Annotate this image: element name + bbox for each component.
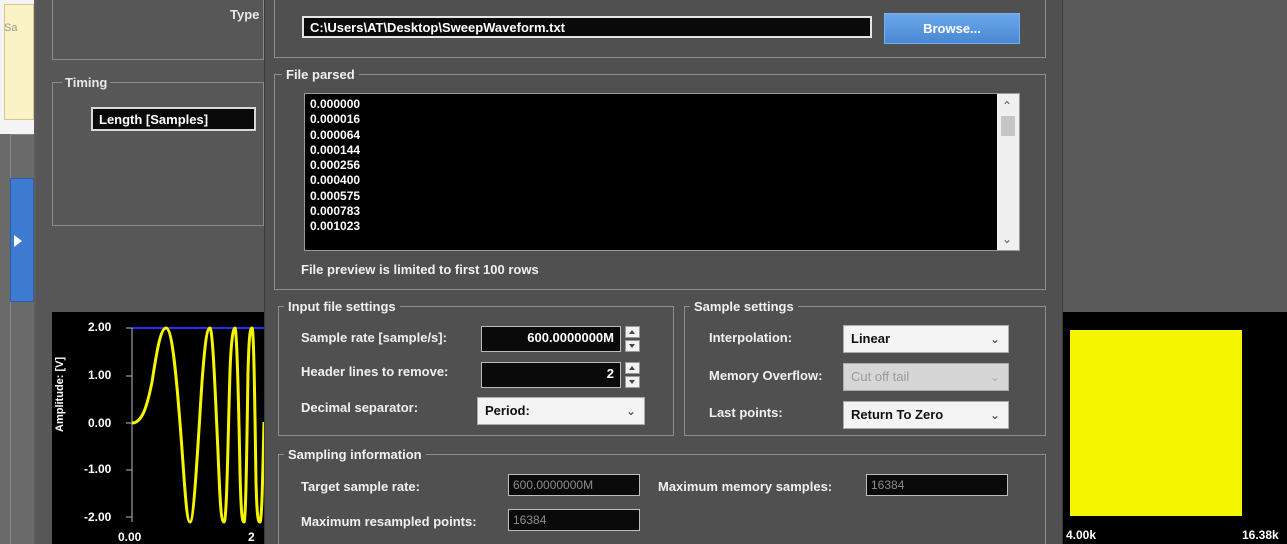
- memory-overflow-select: Cut off tail ⌄: [843, 363, 1009, 391]
- chevron-down-icon: ⌄: [989, 408, 1000, 422]
- y-tick-label: 1.00: [88, 368, 112, 382]
- max-resampled-points-value: 16384: [508, 509, 640, 531]
- chevron-down-icon: ⌄: [625, 404, 636, 418]
- stepper-up-icon[interactable]: [625, 326, 640, 338]
- x-tick-label: 0.00: [118, 530, 142, 544]
- decimal-separator-label: Decimal separator:: [301, 400, 419, 415]
- scroll-up-icon[interactable]: ⌃: [1002, 99, 1012, 113]
- max-memory-samples-value: 16384: [866, 474, 1008, 496]
- decimal-separator-value: Period:: [485, 403, 530, 418]
- max-resampled-points-label: Maximum resampled points:: [301, 514, 477, 529]
- expand-tab[interactable]: [10, 178, 34, 302]
- type-label: Type: [230, 7, 260, 22]
- y-tick-label: -2.00: [84, 510, 112, 524]
- header-lines-label: Header lines to remove:: [301, 364, 449, 379]
- list-item: 0.001023: [310, 219, 361, 234]
- browse-button[interactable]: Browse...: [884, 13, 1020, 44]
- list-item: 0.000783: [310, 204, 361, 219]
- vertical-scrollbar[interactable]: ⌃ ⌄: [997, 94, 1019, 250]
- scroll-thumb[interactable]: [1001, 116, 1015, 136]
- list-item: 0.000144: [310, 142, 361, 157]
- x-tick-label: 2: [248, 530, 255, 544]
- y-tick-label: 2.00: [88, 320, 112, 334]
- list-item: 0.000256: [310, 158, 361, 173]
- scroll-down-icon[interactable]: ⌄: [1002, 232, 1012, 246]
- timing-title: Timing: [62, 75, 111, 90]
- y-axis-label: Amplitude: [V]: [54, 356, 66, 432]
- chevron-down-icon: ⌄: [989, 332, 1000, 346]
- x-tick-label: 16.38k: [1242, 528, 1279, 542]
- sweep-waveform-line: [131, 326, 264, 524]
- header-lines-input[interactable]: 2: [481, 362, 621, 388]
- target-sample-rate-value: 600.0000000M: [508, 474, 640, 496]
- length-samples-field[interactable]: Length [Samples]: [91, 107, 256, 131]
- list-item: 0.000575: [310, 188, 361, 203]
- stepper-down-icon[interactable]: [625, 376, 640, 388]
- list-item: 0.000016: [310, 112, 361, 127]
- memory-overflow-value: Cut off tail: [851, 369, 910, 384]
- decimal-separator-select[interactable]: Period: ⌄: [477, 397, 645, 425]
- max-memory-samples-label: Maximum memory samples:: [658, 479, 833, 494]
- file-preview-list[interactable]: 0.000000 0.000016 0.000064 0.000144 0.00…: [304, 93, 1020, 251]
- interpolation-select[interactable]: Linear ⌄: [843, 325, 1009, 353]
- sample-settings-title: Sample settings: [690, 299, 798, 314]
- timing-group: [52, 82, 264, 226]
- target-sample-rate-label: Target sample rate:: [301, 479, 420, 494]
- side-tab-label: Sa: [4, 22, 18, 34]
- interpolation-label: Interpolation:: [709, 330, 793, 345]
- stepper-down-icon[interactable]: [625, 340, 640, 352]
- chevron-down-icon: ⌄: [989, 370, 1000, 384]
- input-file-settings-title: Input file settings: [284, 299, 400, 314]
- y-tick-label: -1.00: [84, 462, 112, 476]
- expand-arrow-icon: [14, 235, 22, 247]
- file-parsed-title: File parsed: [282, 67, 359, 82]
- y-tick-label: 0.00: [88, 416, 112, 430]
- x-tick-label: 4.00k: [1066, 528, 1097, 542]
- waveform-chart-left: 2.00 1.00 0.00 -1.00 -2.00 Amplitude: [V…: [52, 312, 264, 544]
- header-lines-stepper[interactable]: [625, 362, 640, 388]
- memory-overflow-label: Memory Overflow:: [709, 368, 823, 383]
- list-item: 0.000400: [310, 173, 361, 188]
- last-points-select[interactable]: Return To Zero ⌄: [843, 401, 1009, 429]
- interpolation-value: Linear: [851, 331, 891, 346]
- sampling-information-group: [278, 454, 1046, 544]
- file-preview-rows: 0.000000 0.000016 0.000064 0.000144 0.00…: [310, 97, 360, 235]
- background-right-area: [1063, 0, 1287, 312]
- sampling-information-title: Sampling information: [284, 447, 426, 462]
- last-points-value: Return To Zero: [851, 407, 944, 422]
- last-points-label: Last points:: [709, 405, 783, 420]
- list-item: 0.000064: [310, 127, 361, 142]
- stepper-up-icon[interactable]: [625, 362, 640, 374]
- sample-rate-input[interactable]: 600.0000000M: [481, 326, 621, 352]
- file-path-input[interactable]: C:\Users\AT\Desktop\SweepWaveform.txt: [302, 16, 872, 38]
- spectrum-fill: [1070, 330, 1242, 516]
- sample-rate-label: Sample rate [sample/s]:: [301, 330, 447, 345]
- list-item: 0.000000: [310, 97, 361, 111]
- sample-rate-stepper[interactable]: [625, 326, 640, 352]
- preview-limit-note: File preview is limited to first 100 row…: [301, 262, 539, 277]
